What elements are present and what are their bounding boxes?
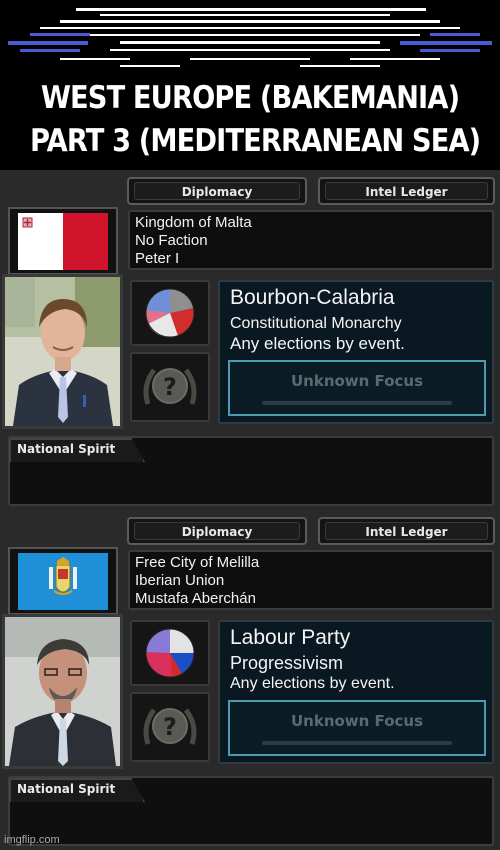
- national-focus-field[interactable]: Unknown Focus: [228, 360, 486, 416]
- svg-text:?: ?: [163, 373, 177, 401]
- tab-diplomacy[interactable]: Diplomacy: [127, 517, 307, 545]
- focus-label: Unknown Focus: [290, 712, 424, 730]
- party-name: Labour Party: [230, 626, 351, 649]
- party-popularity-pie[interactable]: [130, 620, 210, 686]
- elections-text: Any elections by event.: [230, 675, 395, 692]
- watermark-text: imgflip.com: [4, 834, 60, 846]
- national-spirit-header: National Spirit: [9, 438, 145, 462]
- leader-portrait: [2, 614, 123, 769]
- party-popularity-pie[interactable]: [130, 280, 210, 346]
- malta-flag-icon: [18, 213, 108, 270]
- leader-portrait: [2, 274, 123, 429]
- pie-chart-icon: [145, 288, 195, 338]
- national-spirit-label: National Spirit: [17, 782, 116, 796]
- focus-progress-bar: [262, 401, 452, 405]
- leader-name: Mustafa Aberchán: [135, 590, 256, 607]
- national-spirit-header: National Spirit: [9, 778, 145, 802]
- country-flag-frame: [8, 547, 118, 615]
- ideology-name: Progressivism: [230, 653, 344, 673]
- unknown-focus-question-icon: ?: [143, 368, 197, 405]
- tab-diplomacy-label: Diplomacy: [134, 182, 300, 200]
- country-panel-melilla: Diplomacy Intel Ledger Free City of Meli…: [0, 510, 500, 850]
- leader-name: Peter I: [135, 250, 180, 267]
- header-banner: WEST EUROPE (BAKEMANIA) PART 3 (MEDITERR…: [0, 0, 500, 170]
- pie-chart-icon: [145, 628, 195, 678]
- page-title-line1: WEST EUROPE (BAKEMANIA): [40, 80, 460, 116]
- country-name: Free City of Melilla: [135, 554, 260, 571]
- ideology-name: Constitutional Monarchy: [230, 315, 402, 332]
- ruling-party-box: Bourbon-Calabria Constitutional Monarchy…: [218, 280, 494, 424]
- glitch-decoration: [0, 0, 500, 72]
- faction-name: No Faction: [135, 232, 208, 249]
- country-info-box: Free City of Melilla Iberian Union Musta…: [128, 550, 494, 610]
- party-name: Bourbon-Calabria: [230, 286, 395, 309]
- svg-text:?: ?: [163, 713, 177, 741]
- page-title-line2: PART 3 (MEDITERRANEAN SEA): [30, 123, 481, 159]
- tab-intel-ledger-label: Intel Ledger: [325, 522, 488, 540]
- country-flag-frame: [8, 207, 118, 275]
- country-panel-malta: Diplomacy Intel Ledger Kingdom of Malta …: [0, 170, 500, 510]
- ruling-party-box: Labour Party Progressivism Any elections…: [218, 620, 494, 764]
- tab-intel-ledger[interactable]: Intel Ledger: [318, 517, 495, 545]
- focus-icon-slot[interactable]: ?: [130, 692, 210, 762]
- country-info-box: Kingdom of Malta No Faction Peter I: [128, 210, 494, 270]
- national-spirit-label: National Spirit: [17, 442, 116, 456]
- tab-intel-ledger[interactable]: Intel Ledger: [318, 177, 495, 205]
- melilla-flag-icon: [18, 553, 108, 610]
- national-focus-field[interactable]: Unknown Focus: [228, 700, 486, 756]
- focus-icon-slot[interactable]: ?: [130, 352, 210, 422]
- tab-intel-ledger-label: Intel Ledger: [325, 182, 488, 200]
- focus-progress-bar: [262, 741, 452, 745]
- faction-name: Iberian Union: [135, 572, 225, 589]
- elections-text: Any elections by event.: [230, 334, 405, 353]
- tab-diplomacy[interactable]: Diplomacy: [127, 177, 307, 205]
- unknown-focus-question-icon: ?: [143, 708, 197, 745]
- focus-label: Unknown Focus: [290, 372, 424, 390]
- country-name: Kingdom of Malta: [135, 214, 252, 231]
- tab-diplomacy-label: Diplomacy: [134, 522, 300, 540]
